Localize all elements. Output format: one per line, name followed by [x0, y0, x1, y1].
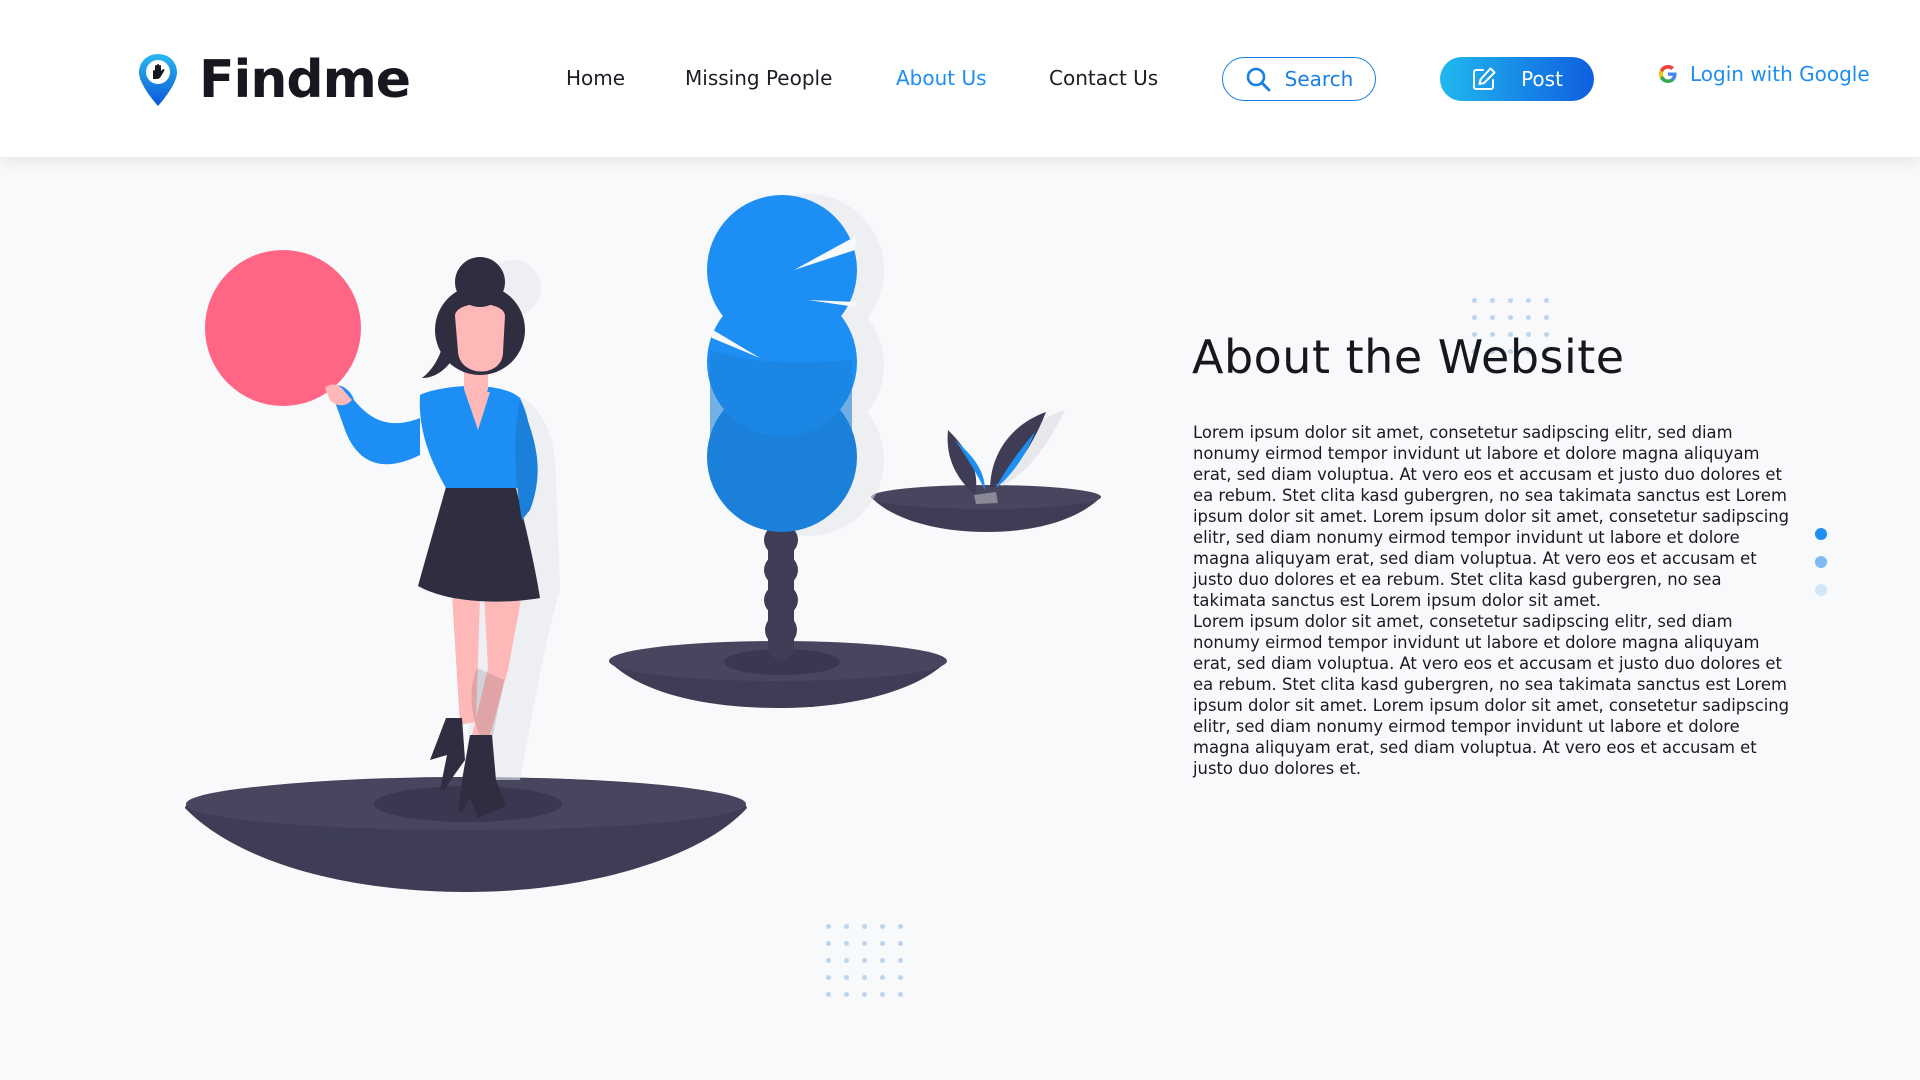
post-button-label: Post [1521, 67, 1563, 91]
edit-square-icon [1473, 67, 1496, 90]
page-title: About the Website [1192, 330, 1625, 384]
pager-dot-3[interactable] [1815, 584, 1827, 596]
login-with-google-label: Login with Google [1690, 62, 1870, 86]
tree [707, 194, 884, 660]
top-navbar: Findme Home Missing People About Us Cont… [0, 0, 1920, 157]
post-button[interactable]: Post [1440, 57, 1594, 101]
nav-home[interactable]: Home [566, 64, 625, 92]
brand-logo[interactable]: Findme [137, 50, 411, 110]
nav-contact-us[interactable]: Contact Us [1049, 64, 1158, 92]
section-pager [1815, 528, 1827, 596]
hero-illustration [185, 194, 1101, 893]
search-button[interactable]: Search [1222, 57, 1376, 101]
login-with-google-button[interactable]: Login with Google [1658, 62, 1870, 86]
nav-missing-people[interactable]: Missing People [685, 64, 832, 92]
nav-about-us[interactable]: About Us [896, 64, 987, 92]
plant-floating-platform [871, 485, 1101, 532]
brand-name: Findme [199, 50, 411, 110]
about-paragraph-2: Lorem ipsum dolor sit amet, consetetur s… [1193, 612, 1790, 778]
about-paragraph-1: Lorem ipsum dolor sit amet, consetetur s… [1193, 423, 1790, 610]
about-description: Lorem ipsum dolor sit amet, consetetur s… [1193, 422, 1793, 779]
google-g-icon [1659, 65, 1677, 83]
magnifier-icon [1246, 67, 1271, 92]
pink-ball [205, 250, 361, 406]
location-pin-hand-icon [139, 54, 177, 106]
pager-dot-2[interactable] [1815, 556, 1827, 568]
search-button-label: Search [1284, 67, 1354, 91]
dot-grid-bottom [826, 924, 904, 997]
pager-dot-1[interactable] [1815, 528, 1827, 540]
